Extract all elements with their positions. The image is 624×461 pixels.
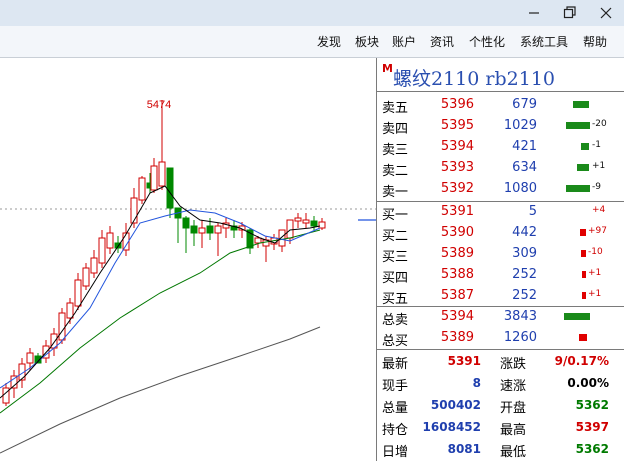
- restore-icon: [563, 6, 576, 19]
- candle-body: [130, 197, 138, 224]
- kline-chart[interactable]: 5474: [0, 58, 376, 461]
- market-badge: M: [382, 62, 393, 75]
- peak-price-label: 5474: [147, 99, 171, 111]
- candle-body: [82, 267, 90, 287]
- candle-body: [98, 237, 106, 264]
- candle-body: [190, 225, 198, 234]
- menu-news[interactable]: 资讯: [430, 33, 454, 50]
- menu-personalize[interactable]: 个性化: [469, 33, 505, 50]
- candle-body: [310, 220, 318, 227]
- volume-bar: [581, 143, 589, 150]
- candle-body: [58, 312, 66, 341]
- stats-row-hand: 现手 8 速涨 0.00%: [382, 376, 609, 394]
- ma-slow-line: [0, 229, 321, 414]
- volume-bar: [577, 164, 589, 171]
- close-icon: [600, 7, 612, 19]
- ask-row-4: 卖四 5395 1029 -20: [382, 118, 607, 137]
- volume-bar: [566, 122, 590, 129]
- minimize-button[interactable]: [516, 0, 552, 26]
- ask-row-3: 卖三 5394 421 -1: [382, 139, 601, 158]
- volume-bar: [582, 292, 586, 299]
- contract-code: rb2110: [485, 68, 556, 90]
- candles: [2, 100, 326, 406]
- candle-body: [106, 232, 114, 249]
- volume-bar: [581, 250, 586, 257]
- candle-body: [302, 219, 310, 224]
- candle-body: [206, 225, 214, 234]
- volume-bar: [579, 334, 587, 341]
- stats-row-volume: 总量 500402 开盘 5362: [382, 398, 609, 416]
- menu-system-tools[interactable]: 系统工具: [520, 33, 568, 50]
- candle-body: [286, 219, 294, 239]
- volume-bar: [573, 101, 589, 108]
- minimize-icon: [529, 12, 539, 14]
- contract-title: 螺纹2110 rb2110: [393, 64, 555, 91]
- ma-mid-line: [0, 209, 321, 389]
- volume-bar: [564, 313, 590, 320]
- stats-row-open-interest: 持仓 1608452 最高 5397: [382, 420, 609, 438]
- ask-row-2: 卖二 5393 634 +1: [382, 160, 606, 179]
- candle-body: [74, 279, 82, 307]
- ask-row-5: 卖五 5396 679: [377, 94, 624, 116]
- restore-button[interactable]: [552, 0, 588, 26]
- candle-body: [182, 217, 190, 229]
- bid-row-5: 买五 5387 252 +1: [382, 288, 602, 307]
- candle-body: [138, 177, 146, 201]
- candle-body: [294, 217, 302, 222]
- candle-body: [278, 229, 286, 247]
- bid-row-2: 买二 5390 442 +97: [382, 225, 607, 244]
- contract-name: 螺纹2110: [393, 68, 480, 90]
- close-button[interactable]: [588, 0, 624, 26]
- menu-help[interactable]: 帮助: [583, 33, 607, 50]
- volume-bar: [566, 185, 590, 192]
- title-bar: [0, 0, 624, 26]
- candle-body: [150, 165, 158, 191]
- candle-body: [90, 257, 98, 274]
- menu-discover[interactable]: 发现: [317, 33, 341, 50]
- menu-sector[interactable]: 板块: [355, 33, 379, 50]
- candle-body: [254, 237, 262, 244]
- stats-row-latest: 最新 5391 涨跌 9/0.17%: [382, 354, 609, 372]
- stats-row-daily-change: 日增 8081 最低 5362: [382, 442, 609, 460]
- total-bid-row: 总买 5389 1260: [377, 327, 624, 349]
- total-ask-row: 总卖 5394 3843: [377, 306, 624, 328]
- menu-account[interactable]: 账户: [392, 33, 416, 50]
- candle-body: [166, 167, 174, 209]
- candle-body: [66, 302, 74, 319]
- quote-panel: M 螺纹2110 rb2110 卖五 5396 679 卖四 5395 1029…: [376, 58, 624, 461]
- candle-body: [214, 225, 222, 234]
- volume-bar: [582, 271, 586, 278]
- bid-row-3: 买三 5389 309 -10: [382, 246, 603, 265]
- candle-body: [318, 221, 326, 229]
- quote-header: M 螺纹2110 rb2110: [377, 58, 624, 92]
- candle-body: [26, 352, 34, 364]
- ask-row-1: 卖一 5392 1080 -9: [382, 181, 601, 200]
- volume-bar: [580, 229, 586, 236]
- candle-body: [198, 227, 206, 234]
- menu-bar: 发现 板块 账户 资讯 个性化 系统工具 帮助: [0, 26, 624, 58]
- bid-row-4: 买四 5388 252 +1: [382, 267, 602, 286]
- candle-body: [158, 161, 166, 187]
- bid-row-1: 买一 5391 5 +4: [382, 204, 606, 223]
